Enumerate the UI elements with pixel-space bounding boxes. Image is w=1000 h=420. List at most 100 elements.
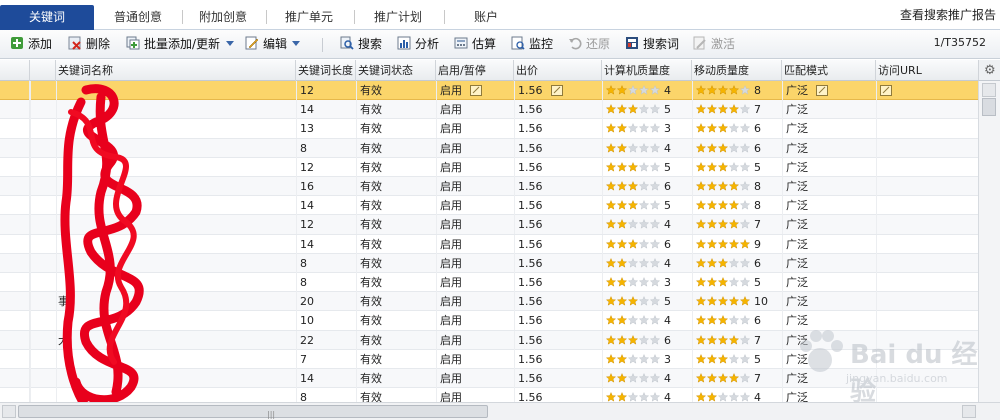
bid-cell[interactable]: 1.56 [516, 331, 602, 350]
estimate-button[interactable]: 估算 [454, 35, 496, 53]
search-button[interactable]: 搜索 [340, 35, 382, 53]
bid-cell[interactable]: 1.56 [516, 311, 602, 330]
tab-campaigns[interactable]: 推广计划 [354, 5, 442, 30]
bid-cell[interactable]: 1.56 [516, 273, 602, 292]
keyword-name-cell[interactable] [56, 388, 296, 402]
header-bid[interactable]: 出价 [514, 60, 602, 81]
edit-icon[interactable] [880, 85, 892, 96]
url-cell[interactable] [878, 177, 976, 196]
table-row[interactable]: 14 有效 启用 1.56 5 8 广泛 [0, 196, 978, 216]
enable-pause-cell[interactable]: 启用 [438, 235, 514, 254]
url-cell[interactable] [878, 369, 976, 388]
bid-cell[interactable]: 1.56 [516, 100, 602, 119]
enable-pause-cell[interactable]: 启用 [438, 139, 514, 158]
match-type-cell[interactable]: 广泛 [784, 273, 876, 292]
table-row[interactable]: 10 有效 启用 1.56 4 6 广泛 [0, 311, 978, 331]
header-checkbox[interactable] [30, 60, 56, 81]
match-type-cell[interactable]: 广泛 [784, 331, 876, 350]
bid-cell[interactable]: 1.56 [516, 235, 602, 254]
table-row[interactable]: 12 有效 启用 1.56 4 7 广泛 [0, 215, 978, 235]
url-cell[interactable] [878, 311, 976, 330]
header-keyword-length[interactable]: 关键词长度 [296, 60, 356, 81]
restore-button[interactable]: 还原 [568, 35, 610, 53]
bid-cell[interactable]: 1.56 [516, 215, 602, 234]
keyword-name-cell[interactable]: 事 [56, 292, 296, 311]
tab-keywords[interactable]: 关键词 [0, 5, 94, 30]
column-settings-button[interactable]: ⚙ [978, 60, 1000, 81]
enable-pause-cell[interactable]: 启用 [438, 388, 514, 402]
keyword-name-cell[interactable] [56, 158, 296, 177]
keyword-name-cell[interactable] [56, 273, 296, 292]
match-type-cell[interactable]: 广泛 [784, 139, 876, 158]
keyword-name-cell[interactable] [56, 311, 296, 330]
url-cell[interactable] [878, 235, 976, 254]
batch-add-button[interactable]: 批量添加/更新 [126, 35, 220, 53]
scroll-right-button[interactable] [962, 405, 976, 418]
keyword-name-cell[interactable] [56, 100, 296, 119]
enable-pause-cell[interactable]: 启用 [438, 273, 514, 292]
keyword-name-cell[interactable] [56, 139, 296, 158]
match-type-cell[interactable]: 广泛 [784, 369, 876, 388]
enable-pause-cell[interactable]: 启用 [438, 196, 514, 215]
keyword-name-cell[interactable] [56, 254, 296, 273]
bid-cell[interactable]: 1.56 [516, 292, 602, 311]
tab-account[interactable]: 账户 [444, 5, 528, 30]
scroll-up-button[interactable] [982, 83, 996, 97]
table-row[interactable]: 14 有效 启用 1.56 4 7 广泛 [0, 369, 978, 389]
match-type-cell[interactable]: 广泛 [784, 100, 876, 119]
match-type-cell[interactable]: 广泛 [784, 81, 876, 100]
delete-button[interactable]: 删除 [68, 35, 110, 53]
table-row[interactable]: 14 有效 启用 1.56 6 9 广泛 [0, 234, 978, 254]
bid-cell[interactable]: 1.56 [516, 177, 602, 196]
bid-cell[interactable]: 1.56 [516, 81, 602, 100]
keyword-name-cell[interactable] [56, 196, 296, 215]
table-row[interactable]: 13 有效 启用 1.56 3 6 广泛 [0, 119, 978, 139]
table-row[interactable]: 12 有效 启用 1.56 5 5 广泛 [0, 157, 978, 177]
table-row[interactable]: 8 有效 启用 1.56 4 6 广泛 [0, 253, 978, 273]
match-type-cell[interactable]: 广泛 [784, 254, 876, 273]
edit-icon[interactable] [550, 85, 563, 96]
header-url[interactable]: 访问URL [876, 60, 978, 81]
table-row[interactable]: 8 有效 启用 1.56 3 5 广泛 [0, 273, 978, 293]
enable-pause-cell[interactable]: 启用 [438, 350, 514, 369]
horizontal-scrollbar[interactable]: ||| [0, 402, 1000, 420]
monitor-button[interactable]: 监控 [511, 35, 553, 53]
bid-cell[interactable]: 1.56 [516, 369, 602, 388]
match-type-cell[interactable]: 广泛 [784, 158, 876, 177]
match-type-cell[interactable]: 广泛 [784, 235, 876, 254]
bid-cell[interactable]: 1.56 [516, 196, 602, 215]
keyword-name-cell[interactable] [56, 369, 296, 388]
view-report-link[interactable]: 查看搜索推广报告 [900, 6, 996, 23]
table-row[interactable]: 14 有效 启用 1.56 5 7 广泛 [0, 100, 978, 120]
edit-icon[interactable] [470, 85, 482, 96]
url-cell[interactable] [878, 119, 976, 138]
tab-ad-groups[interactable]: 推广单元 [266, 5, 352, 30]
keyword-name-cell[interactable] [56, 81, 296, 100]
table-row[interactable]: 16 有效 启用 1.56 6 8 广泛 [0, 177, 978, 197]
url-cell[interactable] [878, 254, 976, 273]
horizontal-scroll-thumb[interactable]: ||| [18, 405, 488, 419]
keyword-name-cell[interactable] [56, 119, 296, 138]
add-button[interactable]: 添加 [10, 35, 52, 53]
table-row[interactable]: 7 有效 启用 1.56 3 5 广泛 [0, 349, 978, 369]
bid-cell[interactable]: 1.56 [516, 139, 602, 158]
bid-cell[interactable]: 1.56 [516, 119, 602, 138]
search-terms-button[interactable]: 搜索词 [625, 35, 679, 53]
header-match-type[interactable]: 匹配模式 [782, 60, 876, 81]
enable-pause-cell[interactable]: 启用 [438, 177, 514, 196]
enable-pause-cell[interactable]: 启用 [438, 369, 514, 388]
url-cell[interactable] [878, 81, 976, 100]
enable-pause-cell[interactable]: 启用 [438, 254, 514, 273]
analyze-button[interactable]: 分析 [397, 35, 439, 53]
enable-pause-cell[interactable]: 启用 [438, 311, 514, 330]
header-keyword-status[interactable]: 关键词状态 [356, 60, 436, 81]
enable-pause-cell[interactable]: 启用 [438, 81, 514, 100]
table-row[interactable]: 事 20 有效 启用 1.56 5 10 广泛 [0, 292, 978, 312]
enable-pause-cell[interactable]: 启用 [438, 292, 514, 311]
match-type-cell[interactable]: 广泛 [784, 292, 876, 311]
edit-icon[interactable] [816, 85, 828, 96]
activate-button[interactable]: 激活 [693, 35, 735, 53]
edit-dropdown-arrow[interactable] [292, 41, 300, 46]
match-type-cell[interactable]: 广泛 [784, 215, 876, 234]
match-type-cell[interactable]: 广泛 [784, 350, 876, 369]
